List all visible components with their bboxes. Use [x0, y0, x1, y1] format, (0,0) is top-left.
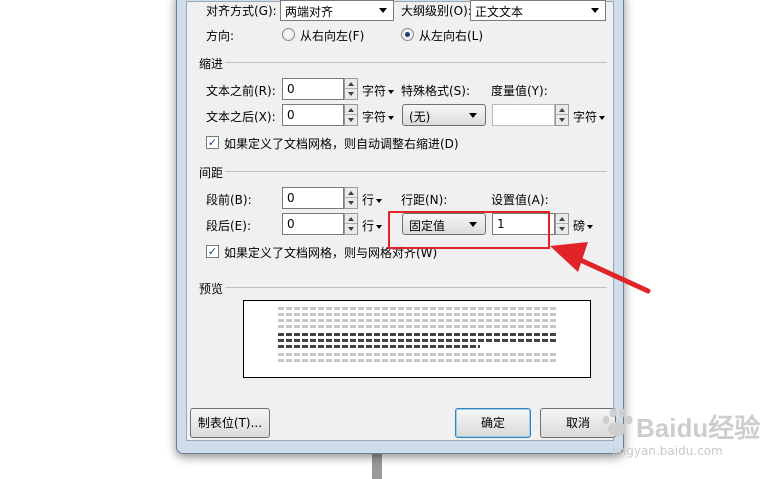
chevron-down-icon [379, 8, 387, 13]
outline-level-combo[interactable]: 正文文本 [470, 0, 606, 21]
indent-divider [225, 62, 607, 63]
indent-after-unit[interactable]: 字符 [362, 108, 395, 125]
spacing-before-unit[interactable]: 行 [362, 191, 383, 208]
spacing-after-unit[interactable]: 行 [362, 217, 383, 234]
special-format-combo[interactable]: (无) [402, 104, 486, 126]
indent-before-unit-text: 字符 [362, 84, 387, 98]
measure-spinner[interactable] [492, 104, 569, 126]
indent-group-title: 缩进 [199, 57, 224, 71]
preview-line [278, 307, 556, 310]
baidu-watermark: Baidu经验 jingyan.baidu.com [600, 404, 770, 464]
alignment-value: 两端对齐 [285, 5, 334, 19]
watermark-url: jingyan.baidu.com [612, 444, 723, 458]
spin-up-icon[interactable] [556, 105, 568, 115]
outline-level-value: 正文文本 [475, 5, 524, 19]
indent-after-input[interactable]: 0 [282, 104, 344, 126]
rtl-label: 从右向左(F) [300, 29, 365, 43]
ok-button[interactable]: 确定 [455, 408, 531, 438]
preview-line [278, 339, 556, 342]
spin-down-icon[interactable] [345, 89, 357, 99]
measure-unit[interactable]: 字符 [573, 108, 606, 125]
indent-before-input[interactable]: 0 [282, 78, 344, 100]
chevron-down-icon [469, 113, 477, 118]
spacing-before-input[interactable]: 0 [282, 187, 344, 209]
chevron-down-icon [388, 115, 395, 120]
auto-adjust-label: 如果定义了文档网格，则自动调整右缩进(D) [224, 137, 459, 151]
spinner-buttons [344, 213, 358, 235]
check-icon: ✓ [207, 136, 218, 149]
spacing-divider [225, 171, 607, 172]
indent-after-unit-text: 字符 [362, 110, 387, 124]
indent-after-label: 文本之后(X): [206, 110, 276, 124]
spacing-before-unit-text: 行 [362, 193, 375, 207]
spacing-group-title: 间距 [199, 166, 224, 180]
indent-before-spinner[interactable]: 0 [282, 78, 358, 100]
spin-up-icon[interactable] [345, 188, 357, 198]
spinner-buttons [344, 187, 358, 209]
spacing-after-label: 段后(E): [206, 219, 251, 233]
line-spacing-label: 行距(N): [401, 193, 448, 207]
direction-label: 方向: [206, 29, 235, 43]
spin-up-icon[interactable] [345, 79, 357, 89]
measure-input[interactable] [492, 104, 555, 126]
preview-line [278, 345, 480, 348]
preview-line [278, 333, 556, 336]
special-format-label: 特殊格式(S): [401, 84, 471, 98]
snap-grid-checkbox[interactable]: ✓ [206, 245, 219, 258]
preview-line [278, 319, 556, 322]
outline-level-label: 大纲级别(O): [401, 4, 472, 18]
spin-down-icon[interactable] [345, 115, 357, 125]
alignment-combo[interactable]: 两端对齐 [280, 0, 394, 21]
preview-line [278, 353, 556, 356]
spacing-after-spinner[interactable]: 0 [282, 213, 358, 235]
measure-unit-text: 字符 [573, 110, 598, 124]
chevron-down-icon [376, 198, 383, 203]
spinner-buttons [344, 78, 358, 100]
spinner-buttons [555, 104, 569, 126]
ltr-label: 从左向右(L) [419, 29, 484, 43]
measure-label: 度量值(Y): [491, 84, 548, 98]
spin-down-icon[interactable] [345, 224, 357, 234]
preview-line [278, 313, 556, 316]
spin-up-icon[interactable] [556, 214, 568, 224]
auto-adjust-checkbox[interactable]: ✓ [206, 136, 219, 149]
spacing-before-label: 段前(B): [206, 193, 252, 207]
preview-line [278, 359, 556, 362]
watermark-brand: Baidu经验 [636, 413, 761, 443]
special-format-value: (无) [409, 110, 431, 124]
spin-down-icon[interactable] [556, 115, 568, 125]
cancel-button[interactable]: 取消 [540, 408, 616, 438]
spin-up-icon[interactable] [345, 105, 357, 115]
background-bar [372, 452, 382, 479]
highlight-box [388, 211, 550, 249]
indent-before-label: 文本之前(R): [206, 84, 276, 98]
radio-rtl[interactable] [282, 28, 295, 41]
spinner-buttons [344, 104, 358, 126]
chevron-down-icon [388, 89, 395, 94]
alignment-label: 对齐方式(G): [206, 4, 277, 18]
chevron-down-icon [599, 115, 606, 120]
tabs-button[interactable]: 制表位(T)... [190, 408, 270, 438]
set-value-label: 设置值(A): [491, 193, 549, 207]
chevron-down-icon [591, 8, 599, 13]
spacing-after-input[interactable]: 0 [282, 213, 344, 235]
indent-before-unit[interactable]: 字符 [362, 82, 395, 99]
chevron-down-icon [376, 224, 383, 229]
spacing-before-spinner[interactable]: 0 [282, 187, 358, 209]
spin-up-icon[interactable] [345, 214, 357, 224]
preview-line [278, 325, 556, 328]
preview-box [243, 300, 591, 378]
spacing-after-unit-text: 行 [362, 219, 375, 233]
check-icon: ✓ [207, 245, 218, 258]
preview-group-title: 预览 [199, 282, 224, 296]
indent-after-spinner[interactable]: 0 [282, 104, 358, 126]
radio-ltr[interactable] [401, 28, 414, 41]
red-arrow-icon [550, 242, 651, 294]
spin-down-icon[interactable] [345, 198, 357, 208]
